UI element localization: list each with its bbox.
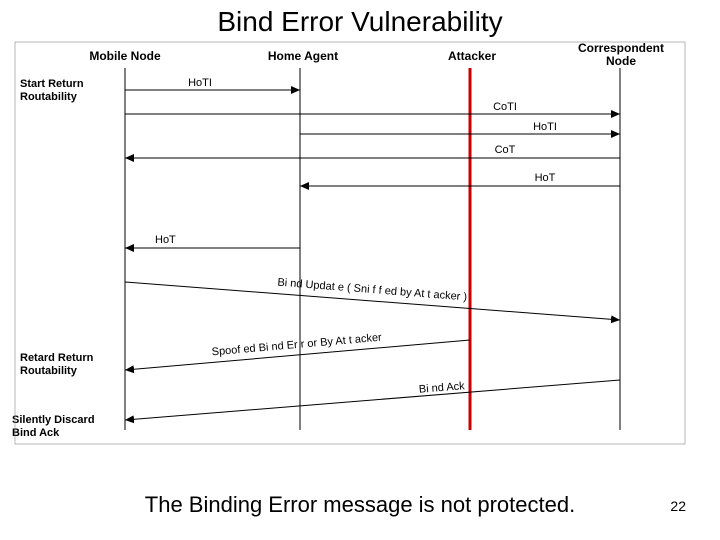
msg-hot-1-label: HoT — [535, 172, 556, 184]
sequence-diagram: HoTI CoTI HoTI CoT HoT HoT Bi nd Updat e… — [0, 0, 720, 540]
msg-hoti-2-label: HoTI — [533, 121, 557, 133]
slide-caption: The Binding Error message is not protect… — [0, 492, 720, 518]
msg-spoofed-bind-error-label: Spoof ed Bi nd Er r or By At t acker — [211, 332, 382, 359]
msg-bind-update-label: Bi nd Updat e ( Sni f f ed by At t acker… — [277, 277, 468, 304]
msg-hoti-1-label: HoTI — [188, 77, 212, 89]
msg-cot-label: CoT — [495, 144, 516, 156]
msg-bind-ack — [125, 380, 620, 420]
page-number: 22 — [670, 498, 686, 514]
msg-coti-label: CoTI — [493, 101, 517, 113]
diagram-frame — [15, 42, 685, 444]
msg-hot-2-label: HoT — [155, 234, 176, 246]
